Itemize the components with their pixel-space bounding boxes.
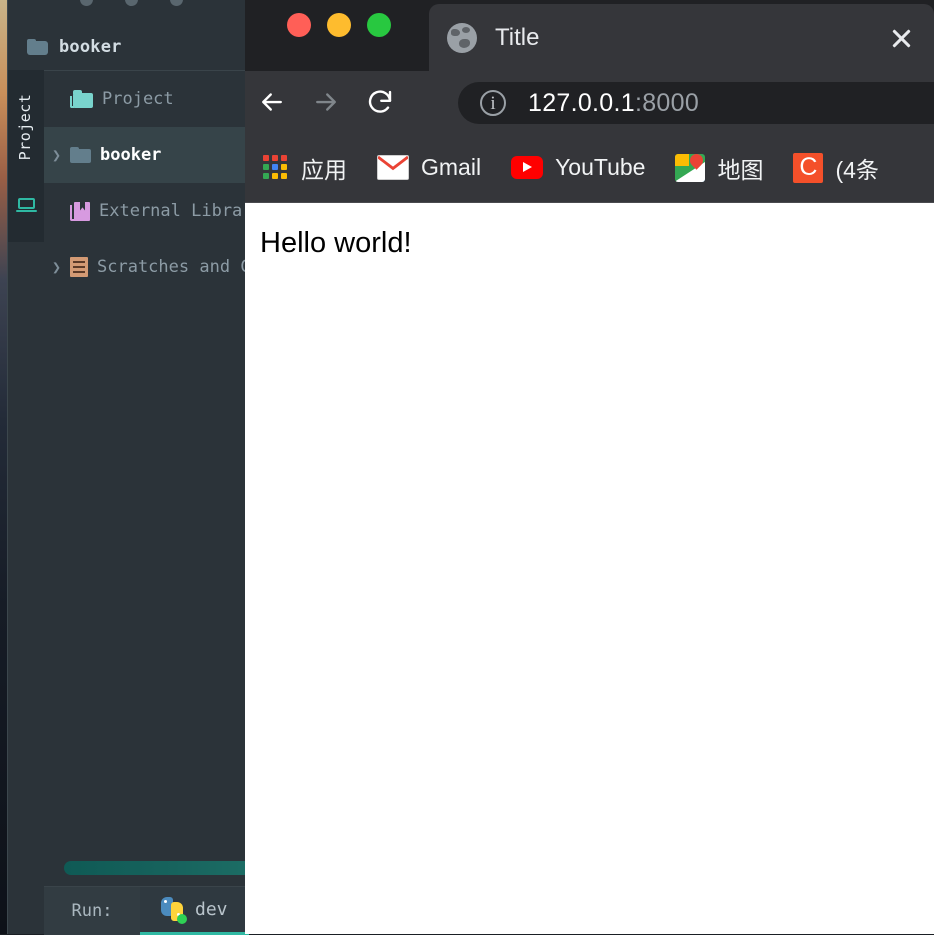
bookmark-label: (4条 — [835, 151, 878, 185]
ide-titlebar — [8, 0, 249, 24]
scratch-icon — [70, 257, 88, 277]
bookmark-youtube[interactable]: YouTube — [511, 154, 645, 181]
bookmark-c[interactable]: C (4条 — [793, 151, 878, 185]
browser-tab-title: Title — [495, 24, 886, 52]
info-circle-icon[interactable]: i — [480, 90, 506, 116]
url-port: :8000 — [635, 89, 699, 117]
address-bar-url: 127.0.0.1:8000 — [528, 89, 699, 118]
bookmark-gmail[interactable]: Gmail — [377, 154, 481, 181]
ide-tool-strip: Project — [8, 70, 44, 242]
tool-window-tab-project[interactable]: Project — [16, 82, 34, 172]
ide-zoom-button[interactable] — [170, 0, 183, 6]
tree-item-external-libraries[interactable]: External Libraries — [44, 183, 249, 239]
gmail-icon — [377, 155, 409, 180]
browser-window: Title i 127.0.0.1:8000 — [245, 0, 934, 934]
page-body-text: Hello world! — [260, 227, 412, 260]
close-icon[interactable] — [886, 23, 916, 53]
ide-project-name-bar: booker — [8, 24, 249, 70]
run-console-highlight-bar — [64, 861, 264, 875]
c-square-icon: C — [793, 153, 823, 183]
ide-close-button[interactable] — [80, 0, 93, 6]
folder-icon — [70, 147, 91, 163]
project-folder-icon — [70, 90, 93, 108]
maps-icon — [675, 154, 705, 182]
globe-icon — [447, 23, 477, 53]
project-tree-header-label: Project — [102, 89, 174, 109]
chevron-right-icon[interactable]: ❯ — [52, 148, 61, 163]
apps-grid-icon — [263, 155, 289, 181]
forward-arrow-icon[interactable] — [299, 75, 353, 129]
tree-item-label: booker — [100, 145, 161, 165]
folder-icon — [27, 39, 48, 55]
run-configuration-tab-dev[interactable]: dev — [140, 887, 249, 935]
browser-close-button[interactable] — [287, 13, 311, 37]
running-status-dot — [177, 914, 187, 924]
youtube-icon — [511, 156, 543, 179]
bookmark-label: 地图 — [717, 151, 763, 185]
run-panel-label: Run: — [44, 887, 140, 935]
bookmark-maps[interactable]: 地图 — [675, 151, 763, 185]
bookmark-label: YouTube — [555, 154, 645, 181]
laptop-icon[interactable] — [17, 198, 36, 213]
browser-tab[interactable]: Title — [429, 4, 934, 71]
bookmark-label: 应用 — [301, 151, 347, 185]
run-tab-label: dev — [195, 899, 228, 920]
reload-icon[interactable] — [353, 75, 407, 129]
address-bar[interactable]: i 127.0.0.1:8000 — [458, 82, 934, 124]
bookmarks-bar: 应用 Gmail YouTube 地图 C — [245, 133, 934, 203]
tree-item-booker[interactable]: ❯ booker — [44, 127, 249, 183]
ide-minimize-button[interactable] — [125, 0, 138, 6]
project-tree-header[interactable]: Project — [44, 71, 249, 127]
bookmark-apps[interactable]: 应用 — [263, 151, 347, 185]
url-host: 127.0.0.1 — [528, 89, 635, 117]
tree-item-scratches[interactable]: ❯ Scratches and Consoles — [44, 239, 249, 295]
book-icon — [70, 202, 90, 221]
browser-zoom-button[interactable] — [367, 13, 391, 37]
ide-window: booker Project Project ❯ booker External… — [7, 0, 249, 934]
page-viewport: Hello world! — [245, 204, 934, 934]
project-tree: Project ❯ booker External Libraries ❯ Sc… — [44, 70, 249, 862]
run-tool-window: Run: dev — [44, 886, 249, 934]
python-icon — [160, 897, 185, 922]
bookmark-label: Gmail — [421, 154, 481, 181]
chevron-right-icon[interactable]: ❯ — [52, 260, 61, 275]
browser-minimize-button[interactable] — [327, 13, 351, 37]
ide-window-title: booker — [59, 37, 122, 57]
back-arrow-icon[interactable] — [245, 75, 299, 129]
browser-titlebar: Title — [245, 0, 934, 71]
